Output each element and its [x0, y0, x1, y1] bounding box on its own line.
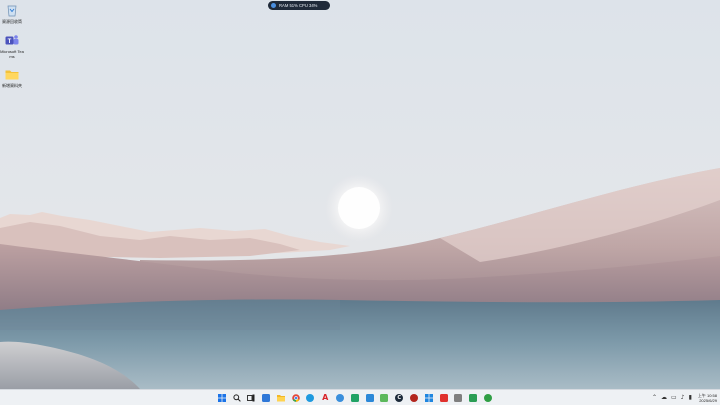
- svg-text:T: T: [8, 38, 12, 44]
- taskbar-button-windows-start[interactable]: [216, 392, 228, 404]
- speaker-icon[interactable]: ♪: [681, 395, 685, 401]
- app-icon-windows-grid: [424, 394, 433, 402]
- taskbar-button-edge[interactable]: [305, 392, 317, 404]
- widgets-icon: [262, 394, 271, 402]
- taskbar-button-file-explorer[interactable]: [275, 392, 287, 404]
- taskbar-button-app-icon-windows-grid[interactable]: [423, 392, 435, 404]
- taskbar-button-pdf[interactable]: [438, 392, 450, 404]
- pdf-icon: [439, 394, 448, 402]
- app-icon-clock: [454, 394, 463, 402]
- recycle-bin-icon: [5, 3, 19, 17]
- windows-start-icon: [217, 394, 226, 402]
- taskbar: AC ⌃ ☁ ▭ ♪ ▮ 上午 10:58 2025/6/29: [0, 389, 720, 405]
- clock-date: 2025/6/29: [699, 398, 717, 403]
- taskbar-button-app-icon-blue-chat[interactable]: [364, 392, 376, 404]
- folder-icon: [5, 67, 19, 81]
- acrobat-icon: A: [322, 393, 329, 402]
- resource-monitor-text: RAM 51% CPU 34%: [279, 3, 318, 8]
- taskbar-button-task-view[interactable]: [246, 392, 258, 404]
- network-icon[interactable]: ▭: [671, 395, 677, 401]
- monitor-status-icon: [271, 3, 276, 8]
- desktop-icon-microsoft-teams[interactable]: T Microsoft Teams: [0, 33, 24, 59]
- taskbar-button-app-icon-clock[interactable]: [453, 392, 465, 404]
- taskbar-button-chrome[interactable]: [290, 392, 302, 404]
- taskbar-button-app-icon-dark-circle[interactable]: C: [393, 392, 405, 404]
- desktop-icon-new-folder[interactable]: 新增資料夾: [0, 67, 24, 88]
- chrome-icon: [291, 394, 300, 402]
- edge-icon: [306, 394, 315, 402]
- taskbar-pinned-apps: AC: [216, 392, 494, 404]
- app-icon-blue-globe: [336, 394, 345, 402]
- taskbar-button-app-icon-globe-green[interactable]: [482, 392, 494, 404]
- desktop-icon-label: Microsoft Teams: [0, 49, 24, 59]
- resource-monitor-widget[interactable]: RAM 51% CPU 34%: [268, 1, 330, 10]
- cloud-icon[interactable]: ☁: [661, 395, 667, 401]
- desktop-icon-label: 新增資料夾: [2, 83, 22, 88]
- desktop-icon-label: 資源回收筒: [2, 19, 22, 24]
- file-explorer-icon: [276, 394, 285, 402]
- taskbar-button-app-icon-green-box[interactable]: [467, 392, 479, 404]
- taskbar-button-widgets[interactable]: [260, 392, 272, 404]
- teams-icon: T: [5, 33, 19, 47]
- taskbar-button-search[interactable]: [231, 392, 243, 404]
- app-icon-dark-circle: C: [395, 394, 404, 402]
- app-icon-blue-chat: [365, 394, 374, 402]
- taskbar-button-app-icon-green-robot[interactable]: [379, 392, 391, 404]
- desktop-icon-recycle-bin[interactable]: 資源回收筒: [0, 3, 24, 24]
- battery-icon[interactable]: ▮: [689, 395, 692, 401]
- app-icon-globe-green: [483, 394, 492, 402]
- taskbar-button-app-icon-blue-globe[interactable]: [334, 392, 346, 404]
- system-tray: ⌃ ☁ ▭ ♪ ▮ 上午 10:58 2025/6/29: [652, 391, 717, 405]
- task-view-icon: [247, 394, 255, 402]
- app-icon-green-robot: [380, 394, 389, 402]
- search-icon: [232, 394, 241, 402]
- taskbar-button-app-icon-green[interactable]: [349, 392, 361, 404]
- taskbar-button-app-icon-red-circle[interactable]: [408, 392, 420, 404]
- app-icon-red-circle: [409, 394, 418, 402]
- app-icon-green-box: [469, 394, 478, 402]
- taskbar-button-acrobat[interactable]: A: [319, 392, 331, 404]
- desktop-wallpaper: [0, 0, 720, 389]
- taskbar-clock[interactable]: 上午 10:58 2025/6/29: [698, 393, 717, 403]
- app-icon-green: [350, 394, 359, 402]
- chevron-up-icon[interactable]: ⌃: [652, 395, 657, 401]
